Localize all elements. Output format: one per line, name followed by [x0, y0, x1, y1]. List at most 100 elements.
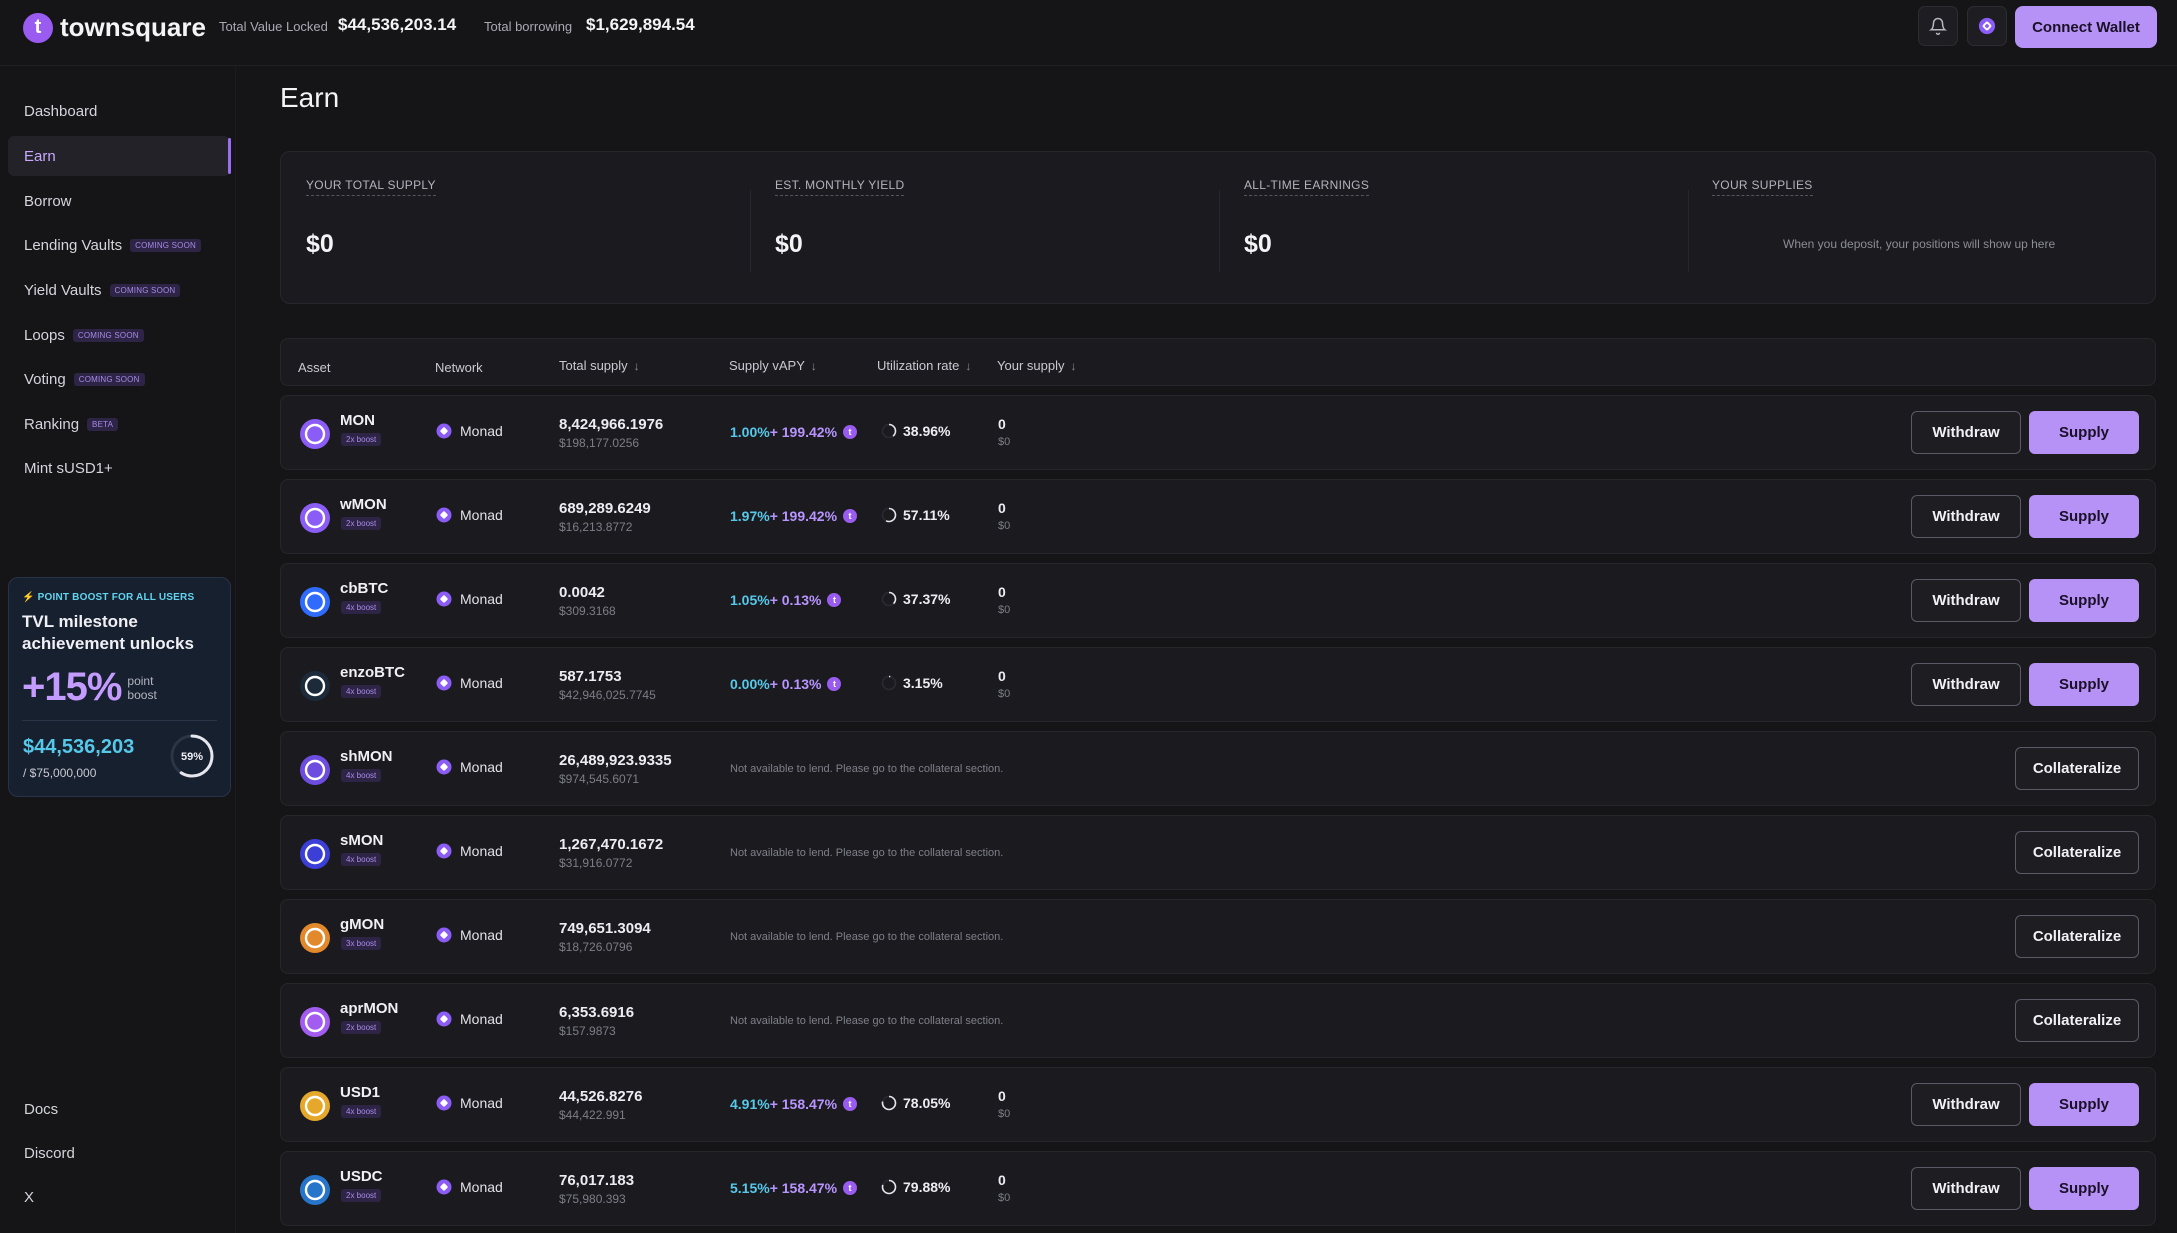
- not-available-notice: Not available to lend. Please go to the …: [730, 931, 1004, 943]
- sidebar-item-lending-vaults[interactable]: Lending Vaults COMING SOON: [8, 225, 230, 265]
- your-supply-value: 0: [998, 584, 1006, 600]
- header-your-supply[interactable]: Your supply ↓: [997, 358, 1076, 373]
- usdc-token-icon: [300, 1175, 330, 1205]
- total-supply-value: 44,526.8276: [559, 1088, 643, 1105]
- table-row[interactable]: sMON 4x boost Monad 1,267,470.1672 $31,916.0…: [280, 815, 2156, 890]
- network-cell: Monad: [436, 759, 503, 775]
- supply-button[interactable]: Supply: [2029, 495, 2139, 538]
- utilization-rate: 57.11%: [881, 507, 950, 523]
- table-row[interactable]: USDC 2x boost Monad 76,017.183 $75,980.393 5.…: [280, 1151, 2156, 1226]
- table-row[interactable]: MON 2x boost Monad 8,424,966.1976 $198,177.0…: [280, 395, 2156, 470]
- sidebar-item-mint-susd1[interactable]: Mint sUSD1+: [8, 448, 230, 488]
- boost-badge: 2x boost: [341, 1189, 382, 1202]
- docs-link[interactable]: Docs: [24, 1101, 58, 1118]
- beta-badge: BETA: [87, 417, 119, 431]
- monad-icon: [436, 675, 452, 691]
- sort-arrow-icon: ↓: [810, 359, 817, 373]
- point-boost-card: ⚡ POINT BOOST FOR ALL USERS TVL mileston…: [8, 577, 231, 797]
- collateralize-button[interactable]: Collateralize: [2015, 999, 2139, 1042]
- monad-icon: [1978, 17, 1996, 35]
- total-supply-usd: $16,213.8772: [559, 520, 633, 534]
- total-supply-value: 1,267,470.1672: [559, 836, 664, 853]
- withdraw-button[interactable]: Withdraw: [1911, 663, 2021, 706]
- your-supply-usd: $0: [998, 604, 1011, 616]
- supply-apy: 1.97% + 199.42% t: [730, 508, 858, 524]
- withdraw-button[interactable]: Withdraw: [1911, 411, 2021, 454]
- header-utilization[interactable]: Utilization rate ↓: [877, 358, 971, 373]
- sidebar-item-earn[interactable]: Earn: [8, 136, 231, 176]
- supply-button[interactable]: Supply: [2029, 411, 2139, 454]
- progress-ring: 59%: [170, 734, 214, 778]
- sidebar-item-yield-vaults[interactable]: Yield Vaults COMING SOON: [8, 270, 230, 310]
- total-supply-label: YOUR TOTAL SUPPLY: [306, 178, 436, 196]
- boost-badge: 2x boost: [341, 1021, 382, 1034]
- sidebar-item-label: Earn: [24, 147, 56, 165]
- progress-label: 59%: [181, 751, 203, 763]
- total-supply-value: 689,289.6249: [559, 500, 651, 517]
- supply-button[interactable]: Supply: [2029, 1167, 2139, 1210]
- x-link[interactable]: X: [24, 1189, 34, 1206]
- monad-icon: [436, 759, 452, 775]
- sidebar-item-loops[interactable]: Loops COMING SOON: [8, 315, 230, 355]
- borrow-value: $1,629,894.54: [586, 15, 695, 34]
- supply-button[interactable]: Supply: [2029, 1083, 2139, 1126]
- collateralize-button[interactable]: Collateralize: [2015, 915, 2139, 958]
- usd1-token-icon: [300, 1091, 330, 1121]
- connect-wallet-button[interactable]: Connect Wallet: [2015, 6, 2157, 48]
- withdraw-button[interactable]: Withdraw: [1911, 1083, 2021, 1126]
- notifications-button[interactable]: [1918, 6, 1958, 46]
- sidebar-item-ranking[interactable]: Ranking BETA: [8, 404, 230, 444]
- total-supply-usd: $18,726.0796: [559, 940, 633, 954]
- supply-button[interactable]: Supply: [2029, 579, 2139, 622]
- asset-name: USDC: [340, 1168, 383, 1185]
- header-supply-apy[interactable]: Supply vAPY ↓: [729, 358, 817, 373]
- asset-name: wMON: [340, 496, 387, 513]
- table-row[interactable]: gMON 3x boost Monad 749,651.3094 $18,726.079…: [280, 899, 2156, 974]
- table-row[interactable]: wMON 2x boost Monad 689,289.6249 $16,213.877…: [280, 479, 2156, 554]
- monthly-yield-value: $0: [775, 230, 803, 258]
- your-supply-usd: $0: [998, 1192, 1011, 1204]
- header-network: Network: [435, 360, 483, 375]
- total-supply-value: 749,651.3094: [559, 920, 651, 937]
- table-row[interactable]: aprMON 2x boost Monad 6,353.6916 $157.9873 No…: [280, 983, 2156, 1058]
- table-row[interactable]: cbBTC 4x boost Monad 0.0042 $309.3168 1.05% + …: [280, 563, 2156, 638]
- withdraw-button[interactable]: Withdraw: [1911, 579, 2021, 622]
- boost-tvl: $44,536,203: [23, 736, 135, 758]
- monad-icon: [436, 1095, 452, 1111]
- withdraw-button[interactable]: Withdraw: [1911, 495, 2021, 538]
- cbbtc-token-icon: [300, 587, 330, 617]
- asset-name: MON: [340, 412, 375, 429]
- your-supply-usd: $0: [998, 436, 1011, 448]
- townsquare-points-icon: t: [843, 425, 858, 439]
- sort-arrow-icon: ↓: [965, 359, 972, 373]
- sidebar-item-dashboard[interactable]: Dashboard: [8, 91, 230, 131]
- supplies-empty-text: When you deposit, your positions will sh…: [1783, 237, 2056, 251]
- collateralize-button[interactable]: Collateralize: [2015, 831, 2139, 874]
- withdraw-button[interactable]: Withdraw: [1911, 1167, 2021, 1210]
- sidebar-item-label: Lending Vaults: [24, 236, 123, 254]
- earnings-value: $0: [1244, 230, 1272, 258]
- table-row[interactable]: USD1 4x boost Monad 44,526.8276 $44,422.991 4…: [280, 1067, 2156, 1142]
- table-row[interactable]: shMON 4x boost Monad 26,489,923.9335 $974,54…: [280, 731, 2156, 806]
- supply-button[interactable]: Supply: [2029, 663, 2139, 706]
- network-cell: Monad: [436, 1011, 503, 1027]
- sidebar-item-voting[interactable]: Voting COMING SOON: [8, 359, 230, 399]
- boost-word: point boost: [127, 673, 157, 702]
- sidebar-item-label: Yield Vaults: [24, 281, 102, 299]
- total-supply-value: 8,424,966.1976: [559, 416, 664, 433]
- network-button[interactable]: [1967, 6, 2007, 46]
- collateralize-button[interactable]: Collateralize: [2015, 747, 2139, 790]
- logo[interactable]: t townsquare: [23, 12, 206, 43]
- utilization-rate: 79.88%: [881, 1179, 950, 1195]
- sidebar-item-label: Voting: [24, 370, 66, 388]
- table-row[interactable]: enzoBTC 4x boost Monad 587.1753 $42,946,025.…: [280, 647, 2156, 722]
- utilization-rate: 37.37%: [881, 591, 950, 607]
- townsquare-points-icon: t: [843, 1181, 858, 1195]
- townsquare-points-icon: t: [827, 593, 842, 607]
- asset-name: aprMON: [340, 1000, 399, 1017]
- discord-link[interactable]: Discord: [24, 1145, 75, 1162]
- network-cell: Monad: [436, 1095, 503, 1111]
- sidebar-item-borrow[interactable]: Borrow: [8, 181, 230, 221]
- header-total-supply[interactable]: Total supply ↓: [559, 358, 640, 373]
- boost-badge: 3x boost: [341, 937, 382, 950]
